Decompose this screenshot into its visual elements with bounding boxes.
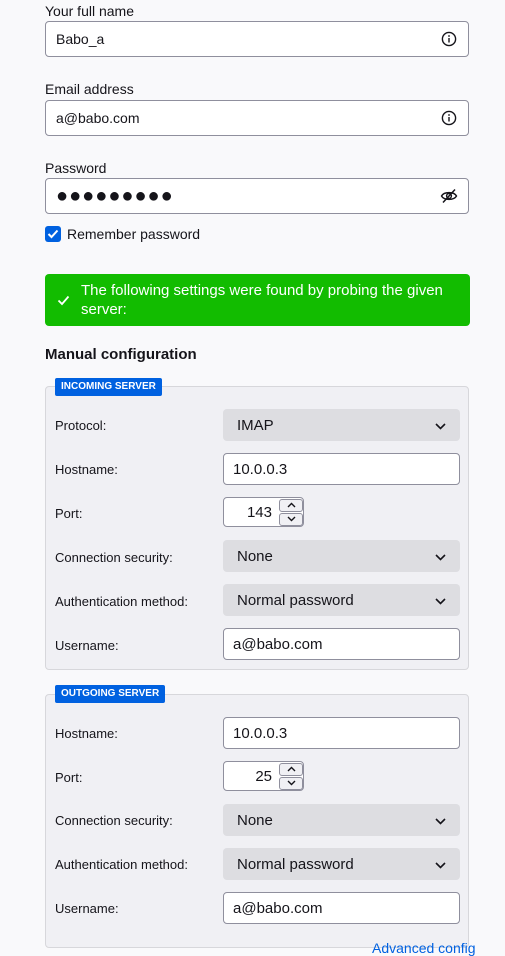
outgoing-auth-select[interactable]: Normal password (223, 848, 460, 880)
chevron-down-icon (435, 812, 446, 829)
email-label: Email address (45, 81, 134, 97)
chevron-down-icon[interactable] (279, 776, 303, 790)
outgoing-auth-label: Authentication method: (55, 857, 188, 872)
chevron-up-icon[interactable] (279, 762, 303, 776)
outgoing-port-value: 25 (255, 767, 272, 785)
incoming-hostname-input[interactable]: 10.0.0.3 (223, 453, 460, 485)
info-icon[interactable] (440, 109, 458, 127)
outgoing-hostname-label: Hostname: (55, 726, 118, 741)
probe-success-text: The following settings were found by pro… (81, 282, 443, 318)
password-value: ●●●●●●●●● (56, 184, 174, 207)
info-icon[interactable] (440, 30, 458, 48)
remember-password-checkbox[interactable] (45, 226, 61, 242)
outgoing-username-input[interactable]: a@babo.com (223, 892, 460, 924)
incoming-auth-label: Authentication method: (55, 594, 188, 609)
advanced-config-link[interactable]: Advanced config (372, 940, 476, 956)
outgoing-auth-value: Normal password (237, 855, 354, 873)
chevron-down-icon (435, 856, 446, 873)
chevron-down-icon (435, 417, 446, 434)
incoming-auth-select[interactable]: Normal password (223, 584, 460, 616)
password-label: Password (45, 160, 107, 176)
full-name-value: Babo_a (56, 31, 105, 47)
incoming-server-legend: INCOMING SERVER (55, 378, 162, 396)
incoming-protocol-label: Protocol: (55, 418, 107, 433)
outgoing-hostname-input[interactable]: 10.0.0.3 (223, 717, 460, 749)
outgoing-username-label: Username: (55, 901, 119, 916)
incoming-hostname-value: 10.0.0.3 (233, 460, 288, 478)
outgoing-hostname-value: 10.0.0.3 (233, 724, 288, 742)
manual-config-title: Manual configuration (45, 346, 197, 363)
chevron-down-icon (435, 592, 446, 609)
incoming-security-value: None (237, 547, 273, 565)
outgoing-security-select[interactable]: None (223, 804, 460, 836)
incoming-protocol-value: IMAP (237, 416, 274, 434)
outgoing-username-value: a@babo.com (233, 899, 323, 917)
checkmark-icon (57, 292, 70, 311)
incoming-port-value: 143 (246, 503, 272, 521)
chevron-up-icon[interactable] (279, 498, 303, 512)
outgoing-server-legend: OUTGOING SERVER (55, 685, 166, 703)
full-name-field[interactable]: Babo_a (45, 21, 469, 57)
eye-slash-icon[interactable] (440, 187, 458, 205)
incoming-auth-value: Normal password (237, 591, 354, 609)
chevron-down-icon (435, 548, 446, 565)
incoming-port-label: Port: (55, 506, 83, 521)
incoming-username-value: a@babo.com (233, 635, 323, 653)
email-value: a@babo.com (56, 110, 140, 126)
incoming-protocol-select[interactable]: IMAP (223, 409, 460, 441)
password-field[interactable]: ●●●●●●●●● (45, 178, 469, 214)
outgoing-security-value: None (237, 811, 273, 829)
chevron-down-icon[interactable] (279, 512, 303, 526)
incoming-security-select[interactable]: None (223, 540, 460, 572)
full-name-label: Your full name (45, 3, 134, 19)
outgoing-security-label: Connection security: (55, 813, 173, 828)
outgoing-port-label: Port: (55, 770, 83, 785)
outgoing-port-stepper[interactable]: 25 (223, 761, 304, 791)
incoming-username-input[interactable]: a@babo.com (223, 628, 460, 660)
email-field[interactable]: a@babo.com (45, 100, 469, 136)
remember-password-label: Remember password (67, 226, 201, 242)
incoming-security-label: Connection security: (55, 550, 173, 565)
incoming-username-label: Username: (55, 638, 119, 653)
incoming-port-stepper[interactable]: 143 (223, 497, 304, 527)
probe-success-notice: The following settings were found by pro… (45, 274, 470, 326)
remember-password-row[interactable]: Remember password (45, 226, 200, 242)
incoming-hostname-label: Hostname: (55, 462, 118, 477)
